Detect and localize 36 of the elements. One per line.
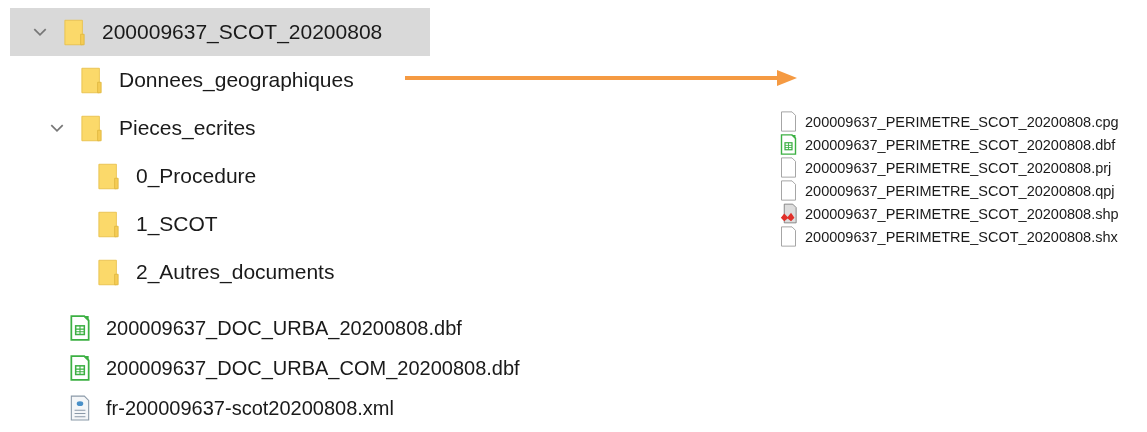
file-name: 200009637_PERIMETRE_SCOT_20200808.shx	[805, 228, 1118, 245]
folder-tree-item[interactable]: 0_Procedure	[10, 152, 430, 200]
xml-document-icon	[70, 395, 90, 421]
folder-tree-item[interactable]: 1_SCOT	[10, 200, 430, 248]
file-name: 200009637_PERIMETRE_SCOT_20200808.dbf	[805, 136, 1116, 153]
file-icon	[780, 226, 797, 247]
folder-name: 2_Autres_documents	[136, 260, 335, 284]
folder-tree-item[interactable]: Donnees_geographiques	[10, 56, 430, 104]
file-icon	[780, 180, 797, 201]
folder-name: Donnees_geographiques	[119, 68, 354, 92]
file-name: 200009637_DOC_URBA_COM_20200808.dbf	[106, 356, 520, 380]
spreadsheet-icon	[70, 355, 90, 381]
folder-icon	[98, 258, 119, 286]
file-name: 200009637_PERIMETRE_SCOT_20200808.prj	[805, 159, 1112, 176]
folder-tree-item[interactable]: 2_Autres_documents	[10, 248, 430, 296]
file-icon	[780, 157, 797, 178]
folder-name: 1_SCOT	[136, 212, 218, 236]
folder-name: 200009637_SCOT_20200808	[102, 20, 383, 44]
file-icon	[780, 111, 797, 132]
folder-name: Pieces_ecrites	[119, 116, 256, 140]
folder-tree-item[interactable]: 200009637_SCOT_20200808	[10, 8, 430, 56]
file-name: 200009637_PERIMETRE_SCOT_20200808.shp	[805, 205, 1119, 222]
folder-icon	[64, 18, 85, 46]
file-name: 200009637_DOC_URBA_20200808.dbf	[106, 316, 462, 340]
folder-icon	[81, 66, 102, 94]
file-name: fr-200009637-scot20200808.xml	[106, 396, 394, 420]
folder-icon	[98, 162, 119, 190]
shapefile-icon	[780, 203, 797, 224]
folder-icon	[98, 210, 119, 238]
file-name: 200009637_PERIMETRE_SCOT_20200808.cpg	[805, 113, 1119, 130]
spreadsheet-icon	[70, 315, 90, 341]
file-name: 200009637_PERIMETRE_SCOT_20200808.qpj	[805, 182, 1115, 199]
spreadsheet-icon	[780, 134, 797, 155]
folder-tree-item[interactable]: Pieces_ecrites	[10, 104, 430, 152]
folder-icon	[81, 114, 102, 142]
folder-name: 0_Procedure	[136, 164, 257, 188]
